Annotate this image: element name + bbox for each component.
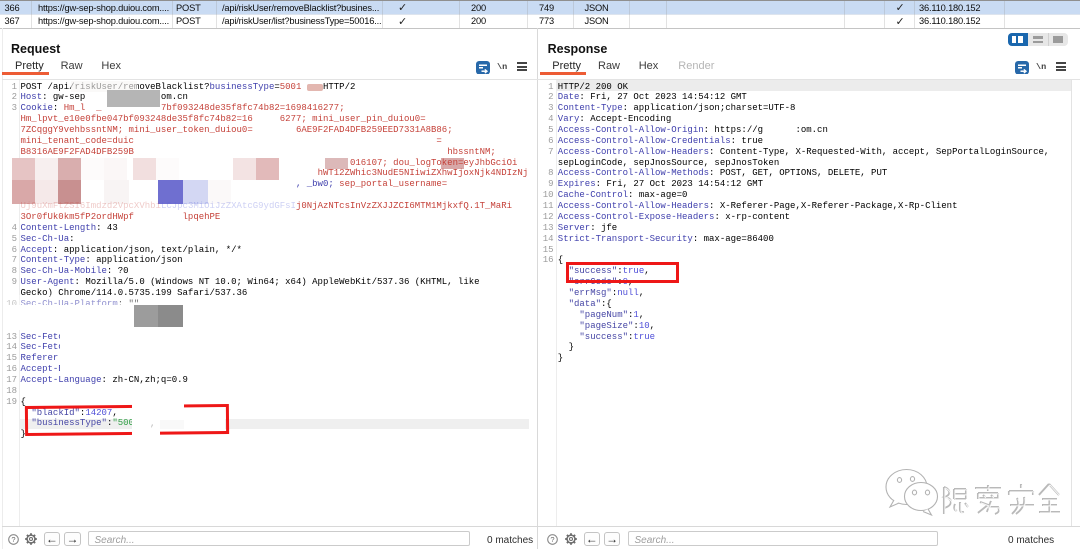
svg-text:?: ? [551, 535, 555, 544]
svg-text:?: ? [11, 535, 15, 544]
